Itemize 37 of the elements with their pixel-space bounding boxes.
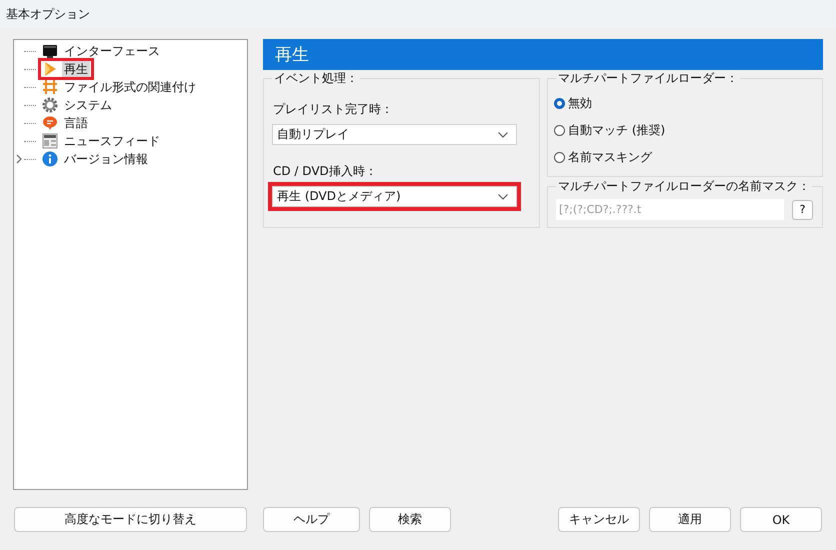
radio-button[interactable] xyxy=(554,98,565,109)
field-label: CD / DVD挿入時： xyxy=(272,163,378,180)
speech-bubble-icon xyxy=(42,115,58,131)
tree-item[interactable]: システム xyxy=(62,97,114,113)
radio-button[interactable] xyxy=(554,125,565,136)
page-title: 再生 xyxy=(275,44,309,66)
chevron-down-icon xyxy=(498,194,508,200)
radio-label[interactable]: 無効 xyxy=(568,95,592,112)
radio-label[interactable]: 名前マスキング xyxy=(568,149,652,166)
radio-button[interactable] xyxy=(554,152,565,163)
chevron-down-icon xyxy=(498,132,508,138)
tree-item[interactable]: バージョン情報 xyxy=(62,151,150,167)
expander-icon[interactable] xyxy=(15,154,23,164)
group-title: マルチパートファイルローダー： xyxy=(556,70,740,87)
dialog-button[interactable]: キャンセル xyxy=(558,507,640,532)
tree-item[interactable]: 再生 xyxy=(62,61,90,77)
newspaper-icon xyxy=(42,133,58,149)
group-title: イベント処理： xyxy=(272,70,360,87)
group-title: マルチパートファイルローダーの名前マスク： xyxy=(556,178,812,195)
dialog-button[interactable]: OK xyxy=(740,507,822,532)
window-title: 基本オプション xyxy=(6,6,90,22)
dialog-button[interactable]: 適用 xyxy=(649,507,731,532)
radio-label[interactable]: 自動マッチ (推奨) xyxy=(568,122,666,139)
help-button[interactable]: ヘルプ xyxy=(263,507,360,532)
monitor-icon xyxy=(42,43,58,59)
dropdown[interactable]: 自動リプレイ xyxy=(272,124,517,145)
field-label: プレイリスト完了時： xyxy=(272,101,394,118)
gear-icon xyxy=(42,97,58,113)
mode-switch-button[interactable]: 高度なモードに切り替え xyxy=(14,507,247,532)
tree-item[interactable]: 言語 xyxy=(62,115,90,131)
play-icon xyxy=(42,61,58,77)
dropdown[interactable]: 再生 (DVDとメディア) xyxy=(272,186,517,207)
tree-item[interactable]: ファイル形式の関連付け xyxy=(62,79,198,95)
tree-item[interactable]: インターフェース xyxy=(62,43,162,59)
info-icon xyxy=(42,151,58,167)
search-button[interactable]: 検索 xyxy=(369,507,451,532)
tree-item[interactable]: ニュースフィード xyxy=(62,133,162,149)
